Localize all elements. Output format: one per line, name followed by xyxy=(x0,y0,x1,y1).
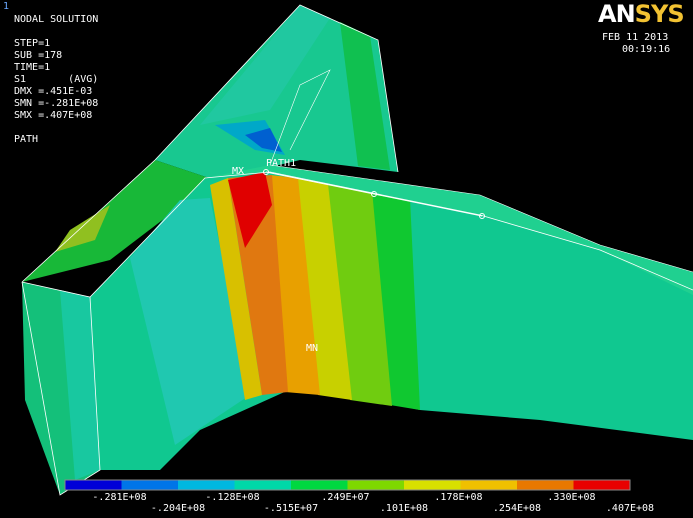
legend-swatch xyxy=(178,480,235,490)
model-viewport[interactable] xyxy=(0,0,693,518)
item-label: S1 (AVG) xyxy=(14,74,99,85)
legend-swatch xyxy=(121,480,179,490)
path1-label: PATH1 xyxy=(266,158,297,169)
legend-label-bottom: -.515E+07 xyxy=(263,503,319,514)
result-title: NODAL SOLUTION xyxy=(14,14,99,25)
ansys-logo: ANSYS xyxy=(598,0,685,28)
path-title: PATH xyxy=(14,134,39,145)
plot-time: 00:19:16 xyxy=(622,44,671,55)
legend-swatch xyxy=(404,480,461,490)
legend-swatch xyxy=(234,480,292,490)
legend-swatch xyxy=(460,480,518,490)
legend-label-bottom: .254E+08 xyxy=(492,503,542,514)
step-label: STEP=1 xyxy=(14,38,51,49)
legend-swatch xyxy=(573,480,631,490)
plot-date: FEB 11 2013 xyxy=(602,32,669,43)
legend-label-top: -.281E+08 xyxy=(92,492,147,503)
legend-label-top: .178E+08 xyxy=(434,492,483,503)
contour-legend xyxy=(64,479,631,491)
legend-label-bottom: .101E+08 xyxy=(379,503,429,514)
window-number: 1 xyxy=(3,1,10,12)
legend-swatch xyxy=(517,480,574,490)
legend-label-top: -.128E+08 xyxy=(205,492,260,503)
legend-label-bottom: -.204E+08 xyxy=(150,503,206,514)
smx-label: SMX =.407E+08 xyxy=(14,110,93,121)
smn-label: SMN =-.281E+08 xyxy=(14,98,99,109)
substep-label: SUB =178 xyxy=(14,50,63,61)
time-label: TIME=1 xyxy=(14,62,51,73)
legend-label-bottom: .407E+08 xyxy=(605,503,655,514)
legend-label-top: .249E+07 xyxy=(321,492,370,503)
mx-marker-label: MX xyxy=(232,166,245,177)
dmx-label: DMX =.451E-03 xyxy=(14,86,93,97)
legend-swatch xyxy=(347,480,405,490)
legend-swatch xyxy=(291,480,348,490)
mn-marker-label: MN xyxy=(306,343,319,354)
legend-swatch xyxy=(65,480,122,490)
legend-label-top: .330E+08 xyxy=(547,492,596,503)
